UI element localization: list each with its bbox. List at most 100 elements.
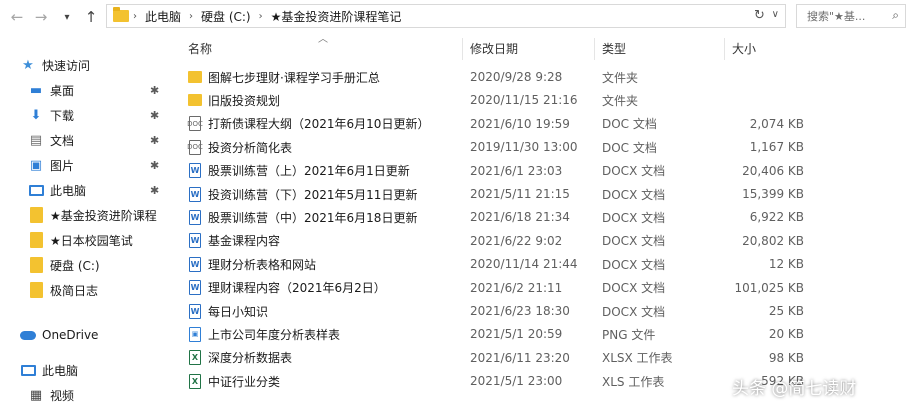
file-name: 股票训练营（中）2021年6月18日更新 <box>208 210 418 225</box>
sidebar-item-pictures[interactable]: ▣ 图片 <box>28 154 198 176</box>
column-divider[interactable] <box>594 38 595 60</box>
sidebar-item-quick-access[interactable]: ★ 快速访问 <box>20 54 190 76</box>
file-date-modified: 2021/6/18 21:34 <box>470 210 570 225</box>
file-row[interactable]: W 基金课程内容 2021/6/22 9:02 DOCX 文档 20,802 KB <box>178 230 828 252</box>
file-row[interactable]: 旧版投资规划 2020/11/15 21:16 文件夹 <box>178 89 828 111</box>
search-input[interactable]: 搜索"★基... ⌕ <box>796 4 906 28</box>
cloud-icon <box>20 327 36 343</box>
pin-icon[interactable]: ✱ <box>150 134 159 147</box>
chevron-right-icon: › <box>258 10 263 22</box>
file-row[interactable]: W 理财分析表格和网站 2020/11/14 21:44 DOCX 文档 12 KB <box>178 253 828 275</box>
sidebar-item-this-pc-quick[interactable]: 此电脑 <box>28 179 198 201</box>
sidebar-item-downloads[interactable]: ⬇ 下载 <box>28 104 198 126</box>
sidebar-item-fund-course[interactable]: ★基金投资进阶课程 <box>28 204 198 226</box>
sidebar-item-label: OneDrive <box>42 328 99 342</box>
file-row[interactable]: W 每日小知识 2021/6/23 18:30 DOCX 文档 25 KB <box>178 300 828 322</box>
pin-icon[interactable]: ✱ <box>150 84 159 97</box>
file-size: 1,167 KB <box>749 140 804 155</box>
breadcrumb-drive[interactable]: 硬盘 (C:) <box>197 8 255 25</box>
word-file-icon: W <box>188 233 202 249</box>
word-file-icon: W <box>188 209 202 225</box>
image-file-icon: ▣ <box>188 326 202 342</box>
file-size: 20,406 KB <box>742 163 804 178</box>
excel-file-icon: X <box>188 350 202 366</box>
file-name: 深度分析数据表 <box>208 351 293 366</box>
file-row[interactable]: W 股票训练营（上）2021年6月1日更新 2021/6/1 23:03 DOCX 文… <box>178 160 828 182</box>
file-date-modified: 2021/5/1 23:00 <box>470 374 563 389</box>
pin-icon[interactable]: ✱ <box>150 109 159 122</box>
sidebar-item-journal[interactable]: 极简日志 <box>28 279 198 301</box>
file-name: 上市公司年度分析表样表 <box>208 327 341 342</box>
file-size: 15,399 KB <box>742 187 804 201</box>
file-row[interactable]: X 中证行业分类 2021/5/1 23:00 XLS 工作表 592 KB <box>178 370 828 392</box>
breadcrumb-current-folder[interactable]: ★基金投资进阶课程笔记 <box>267 8 406 25</box>
file-date-modified: 2020/9/28 9:28 <box>470 70 563 84</box>
folder-icon <box>188 92 202 108</box>
word-file-icon: W <box>188 163 202 179</box>
file-name: 理财课程内容（2021年6月2日） <box>208 281 386 296</box>
file-row[interactable]: W 股票训练营（中）2021年6月18日更新 2021/6/18 21:34 DOCX… <box>178 206 828 228</box>
sidebar-item-label: 极简日志 <box>50 283 99 298</box>
file-date-modified: 2020/11/14 21:44 <box>470 257 578 272</box>
back-arrow-icon[interactable]: ← <box>6 5 28 29</box>
file-name: 打新债课程大纲（2021年6月10日更新） <box>208 117 430 132</box>
file-date-modified: 2021/5/1 20:59 <box>470 327 563 342</box>
sidebar-item-documents[interactable]: ▤ 文档 <box>28 129 198 151</box>
sidebar-item-label: 图片 <box>50 158 75 173</box>
sidebar-item-label: 快速访问 <box>42 58 91 73</box>
address-input[interactable]: › 此电脑 › 硬盘 (C:) › ★基金投资进阶课程笔记 ∨ <box>106 4 786 28</box>
file-row[interactable]: W 投资训练营（下）2021年5月11日更新 2021/5/11 21:15 DOCX… <box>178 183 828 205</box>
file-size: 98 KB <box>768 350 804 365</box>
column-header-size[interactable]: 大小 <box>732 40 756 57</box>
file-type: DOCX 文档 <box>602 257 666 272</box>
refresh-icon[interactable]: ↻ <box>754 8 765 23</box>
sidebar-item-drive-c[interactable]: 硬盘 (C:) <box>28 254 198 276</box>
file-type: DOC 文档 <box>602 117 657 132</box>
column-divider[interactable] <box>724 38 725 60</box>
column-header-name[interactable]: 名称 <box>188 40 212 57</box>
file-row[interactable]: W 理财课程内容（2021年6月2日） 2021/6/2 21:11 DOCX 文档 1… <box>178 277 828 299</box>
computer-icon <box>28 182 44 198</box>
sidebar-item-label: 桌面 <box>50 83 75 98</box>
column-header-date[interactable]: 修改日期 <box>470 40 518 57</box>
file-date-modified: 2021/6/2 21:11 <box>470 280 563 295</box>
column-header-type[interactable]: 类型 <box>602 40 626 57</box>
breadcrumb-this-pc[interactable]: 此电脑 <box>141 8 185 25</box>
file-date-modified: 2021/6/11 23:20 <box>470 350 570 365</box>
file-date-modified: 2021/5/11 21:15 <box>470 187 570 201</box>
file-row[interactable]: X 深度分析数据表 2021/6/11 23:20 XLSX 工作表 98 KB <box>178 347 828 369</box>
file-row[interactable]: DOC 打新债课程大纲（2021年6月10日更新） 2021/6/10 19:59 D… <box>178 113 828 135</box>
sidebar-item-onedrive[interactable]: OneDrive <box>20 324 190 346</box>
chevron-down-icon[interactable]: ∨ <box>772 9 779 20</box>
file-type: 文件夹 <box>602 93 639 108</box>
file-date-modified: 2020/11/15 21:16 <box>470 93 578 108</box>
file-name: 投资分析简化表 <box>208 140 293 155</box>
file-row[interactable]: 图解七步理财·课程学习手册汇总 2020/9/28 9:28 文件夹 <box>178 66 828 88</box>
sidebar-item-label: ★基金投资进阶课程 <box>50 208 157 223</box>
sidebar-item-desktop[interactable]: ▬ 桌面 <box>28 79 198 101</box>
sidebar-item-exam[interactable]: ★日本校园笔试 <box>28 229 198 251</box>
column-divider[interactable] <box>462 38 463 60</box>
file-type: DOCX 文档 <box>602 234 666 249</box>
pin-icon[interactable]: ✱ <box>150 159 159 172</box>
chevron-right-icon: › <box>133 10 137 22</box>
file-row[interactable]: ▣ 上市公司年度分析表样表 2021/5/1 20:59 PNG 文件 20 KB <box>178 323 828 345</box>
sidebar-item-label: 下载 <box>50 108 75 123</box>
sidebar-item-this-pc[interactable]: 此电脑 <box>20 359 190 381</box>
sidebar-item-videos[interactable]: ▦ 视频 <box>28 384 198 406</box>
search-placeholder: 搜索"★基... <box>807 10 866 23</box>
file-type: DOCX 文档 <box>602 304 666 319</box>
sidebar-item-label: 硬盘 (C:) <box>50 258 100 273</box>
file-date-modified: 2019/11/30 13:00 <box>470 140 578 155</box>
file-size: 25 KB <box>768 304 804 318</box>
file-row[interactable]: DOC 投资分析简化表 2019/11/30 13:00 DOC 文档 1,167 KB <box>178 136 828 158</box>
file-type: DOCX 文档 <box>602 187 666 202</box>
up-arrow-icon[interactable]: ↑ <box>80 5 102 29</box>
recent-locations-chevron-icon[interactable]: ▾ <box>56 5 78 29</box>
sidebar-item-label: 文档 <box>50 133 75 148</box>
file-size: 20 KB <box>768 327 804 342</box>
file-type: DOCX 文档 <box>602 210 666 225</box>
word-file-icon: W <box>188 256 202 272</box>
forward-arrow-icon[interactable]: → <box>30 5 52 29</box>
pin-icon[interactable]: ✱ <box>150 184 159 197</box>
